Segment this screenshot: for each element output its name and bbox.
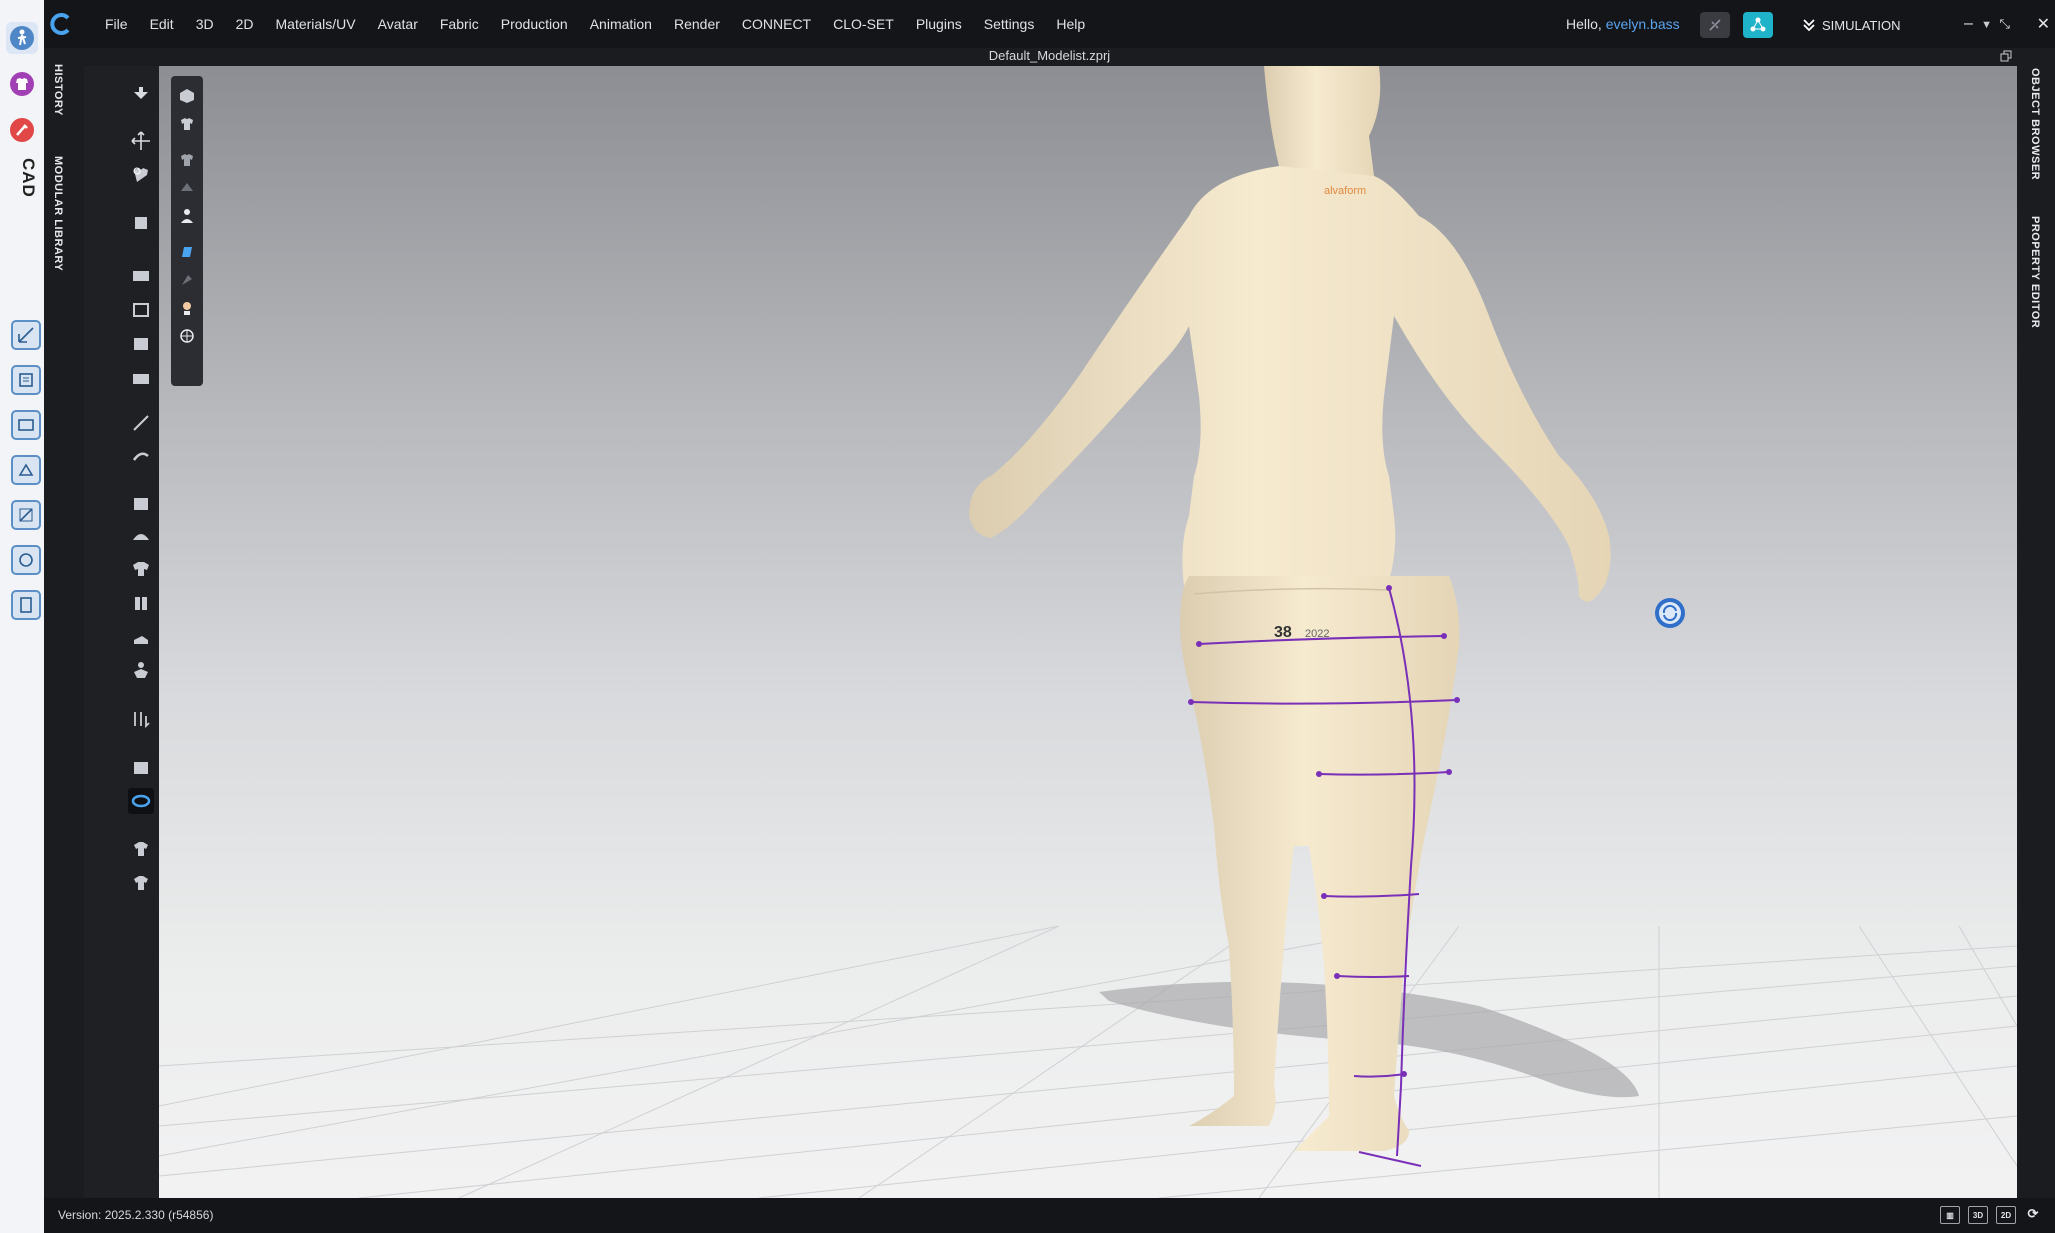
menu-connect[interactable]: CONNECT bbox=[731, 0, 822, 48]
external-app-strip: CAD bbox=[0, 0, 45, 1233]
close-icon[interactable]: ✕ bbox=[2037, 14, 2050, 34]
maximize-icon[interactable]: ⤡ bbox=[2000, 16, 2010, 32]
avatar-display-icon[interactable] bbox=[175, 204, 199, 228]
segment-sewing-icon[interactable] bbox=[128, 296, 154, 322]
menu-avatar[interactable]: Avatar bbox=[367, 0, 429, 48]
menu-edit[interactable]: Edit bbox=[139, 0, 185, 48]
menu-materials-uv[interactable]: Materials/UV bbox=[265, 0, 367, 48]
menu-3d[interactable]: 3D bbox=[185, 0, 225, 48]
brush-tool-icon[interactable] bbox=[128, 444, 154, 470]
user-greeting: Hello, evelyn.bass bbox=[1566, 16, 1680, 32]
puckering-icon[interactable] bbox=[128, 364, 154, 390]
version-label: Version: 2025.2.330 (r54856) bbox=[58, 1208, 214, 1222]
avatar-pose-icon[interactable] bbox=[128, 658, 154, 684]
tab-property-editor[interactable]: PROPERTY EDITOR bbox=[2029, 216, 2041, 328]
cad-tool-1-icon[interactable] bbox=[11, 320, 41, 350]
avatar-brand-label: alvaform bbox=[1324, 185, 1366, 197]
plugin-toggle-button[interactable] bbox=[1700, 12, 1730, 38]
link-off-icon bbox=[1709, 19, 1721, 31]
fitting-suit-icon[interactable] bbox=[128, 754, 154, 780]
window-controls: – ⤡ ✕ bbox=[1964, 12, 2050, 36]
floor-grid bbox=[159, 925, 2017, 1198]
clo-set-sync-button[interactable] bbox=[1743, 12, 1773, 38]
menu-fabric[interactable]: Fabric bbox=[429, 0, 490, 48]
tab-history[interactable]: HISTORY bbox=[52, 64, 64, 116]
avatar-measure-tool-icon[interactable] bbox=[128, 788, 154, 814]
view-mode-buttons: ▥ 3D 2D ⟳ bbox=[1940, 1206, 2042, 1224]
menu-help[interactable]: Help bbox=[1045, 0, 1096, 48]
menu-clo-set[interactable]: CLO-SET bbox=[822, 0, 905, 48]
pattern-display-icon[interactable] bbox=[175, 176, 199, 200]
viewport-display-toolbar bbox=[171, 76, 203, 386]
tools-app-icon[interactable] bbox=[6, 114, 38, 146]
tshirt-tool-icon[interactable] bbox=[128, 870, 154, 896]
username-link[interactable]: evelyn.bass bbox=[1606, 16, 1680, 32]
3d-scene: 38 2022 alvaform bbox=[159, 66, 2017, 1198]
render-mode-icon[interactable] bbox=[175, 84, 199, 108]
split-view-icon[interactable]: ▥ bbox=[1940, 1206, 1960, 1224]
status-bar: Version: 2025.2.330 (r54856) ▥ 3D 2D ⟳ bbox=[44, 1198, 2055, 1233]
shirt-tool-icon[interactable] bbox=[128, 836, 154, 862]
rotate-garment-icon[interactable] bbox=[128, 162, 154, 188]
main-menu: File Edit 3D 2D Materials/UV Avatar Fabr… bbox=[94, 0, 1096, 48]
zipper-tool-icon[interactable] bbox=[128, 490, 154, 516]
garment-display-icon[interactable] bbox=[175, 112, 199, 136]
menu-render[interactable]: Render bbox=[663, 0, 731, 48]
shirt-display-icon[interactable] bbox=[175, 148, 199, 172]
3d-viewport[interactable]: 38 2022 alvaform bbox=[159, 66, 2017, 1198]
menubar: File Edit 3D 2D Materials/UV Avatar Fabr… bbox=[44, 0, 2055, 48]
skin-display-icon[interactable] bbox=[175, 296, 199, 320]
avatar-size-label: 38 bbox=[1274, 624, 1292, 641]
3d-view-button[interactable]: 3D bbox=[1968, 1206, 1988, 1224]
tab-modular-library[interactable]: MODULAR LIBRARY bbox=[52, 156, 64, 271]
cad-tool-7-icon[interactable] bbox=[11, 590, 41, 620]
menu-production[interactable]: Production bbox=[490, 0, 579, 48]
avatar-year-label: 2022 bbox=[1305, 628, 1329, 640]
sewing-tool-icon[interactable] bbox=[128, 262, 154, 288]
texture-display-icon[interactable] bbox=[175, 240, 199, 264]
double-chevron-down-icon bbox=[1803, 19, 1815, 32]
avatar-app-icon[interactable] bbox=[6, 22, 38, 54]
refresh-icon[interactable]: ⟳ bbox=[2024, 1206, 2042, 1222]
menu-file[interactable]: File bbox=[94, 0, 139, 48]
hat-tool-icon[interactable] bbox=[128, 522, 154, 548]
rotate-view-icon[interactable] bbox=[1653, 596, 1687, 630]
cad-tool-5-icon[interactable] bbox=[11, 500, 41, 530]
minimize-icon[interactable]: – bbox=[1964, 15, 1973, 33]
mode-label: SIMULATION bbox=[1822, 17, 1901, 33]
tab-object-browser[interactable]: OBJECT BROWSER bbox=[2029, 68, 2041, 180]
line-tool-icon[interactable] bbox=[128, 410, 154, 436]
menu-settings[interactable]: Settings bbox=[973, 0, 1046, 48]
document-title: Default_Modelist.zprj bbox=[988, 48, 1111, 63]
cad-tool-6-icon[interactable] bbox=[11, 545, 41, 575]
fabric-display-icon[interactable] bbox=[175, 268, 199, 292]
garment-app-icon[interactable] bbox=[6, 68, 38, 100]
restore-window-icon[interactable] bbox=[2000, 50, 2012, 62]
shoe-tool-icon[interactable] bbox=[128, 624, 154, 650]
app-logo-icon bbox=[50, 13, 70, 35]
cad-label: CAD bbox=[19, 158, 38, 198]
select-move-tool-icon[interactable] bbox=[128, 82, 154, 108]
2d-view-button[interactable]: 2D bbox=[1996, 1206, 2016, 1224]
transform-tool-icon[interactable] bbox=[128, 128, 154, 154]
measure-tool-icon[interactable] bbox=[128, 706, 154, 732]
fold-arrangement-icon[interactable] bbox=[128, 330, 154, 356]
network-icon bbox=[1750, 17, 1766, 32]
greeting-prefix: Hello, bbox=[1566, 16, 1602, 32]
clo3d-window: File Edit 3D 2D Materials/UV Avatar Fabr… bbox=[44, 0, 2055, 1233]
menu-plugins[interactable]: Plugins bbox=[905, 0, 973, 48]
edit-pattern-icon[interactable] bbox=[128, 210, 154, 236]
menu-2d[interactable]: 2D bbox=[225, 0, 265, 48]
environment-display-icon[interactable] bbox=[175, 324, 199, 348]
cad-tool-4-icon[interactable] bbox=[11, 455, 41, 485]
right-side-panel: OBJECT BROWSER PROPERTY EDITOR bbox=[2017, 66, 2055, 1200]
top-garment-icon[interactable] bbox=[128, 556, 154, 582]
vest-tool-icon[interactable] bbox=[128, 590, 154, 616]
cad-tool-2-icon[interactable] bbox=[11, 365, 41, 395]
menu-animation[interactable]: Animation bbox=[579, 0, 663, 48]
cad-tool-3-icon[interactable] bbox=[11, 410, 41, 440]
